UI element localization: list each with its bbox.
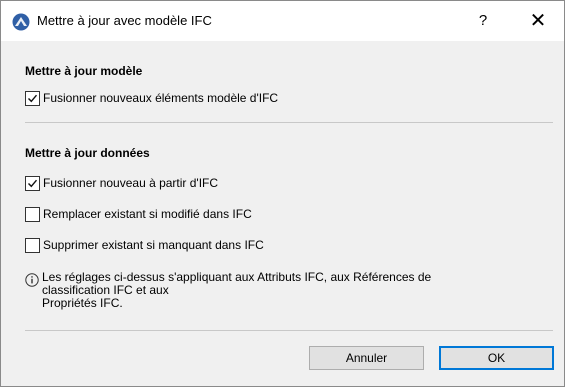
checkbox-label: Remplacer existant si modifié dans IFC (43, 207, 252, 221)
checkbox-box[interactable] (25, 176, 40, 191)
checkbox-label: Fusionner nouveau à partir d'IFC (43, 176, 219, 190)
checkbox-label: Fusionner nouveaux éléments modèle d'IFC (43, 91, 279, 105)
checkbox-label: Supprimer existant si manquant dans IFC (43, 238, 264, 252)
checkbox-box[interactable] (25, 91, 40, 106)
section-title-update-model: Mettre à jour modèle (25, 64, 143, 78)
checkmark-icon (28, 94, 38, 103)
info-icon (25, 273, 39, 287)
window-title: Mettre à jour avec modèle IFC (37, 13, 212, 28)
help-button[interactable]: ? (470, 8, 496, 34)
cancel-button[interactable]: Annuler (309, 346, 424, 370)
update-ifc-dialog: Mettre à jour avec modèle IFC ? ✕ Mettre… (0, 0, 565, 387)
checkbox-box[interactable] (25, 238, 40, 253)
checkbox-box[interactable] (25, 207, 40, 222)
info-line-3: Propriétés IFC. (42, 296, 123, 310)
checkmark-icon (28, 179, 38, 188)
divider (25, 330, 553, 331)
title-bar[interactable]: Mettre à jour avec modèle IFC ? ✕ (1, 1, 564, 41)
close-button[interactable]: ✕ (525, 8, 551, 34)
divider (25, 122, 553, 123)
info-message: Les réglages ci-dessus s'appliquant aux … (42, 271, 542, 310)
section-title-update-data: Mettre à jour données (25, 146, 150, 160)
ok-button[interactable]: OK (439, 346, 554, 370)
archicad-app-icon (12, 13, 30, 31)
